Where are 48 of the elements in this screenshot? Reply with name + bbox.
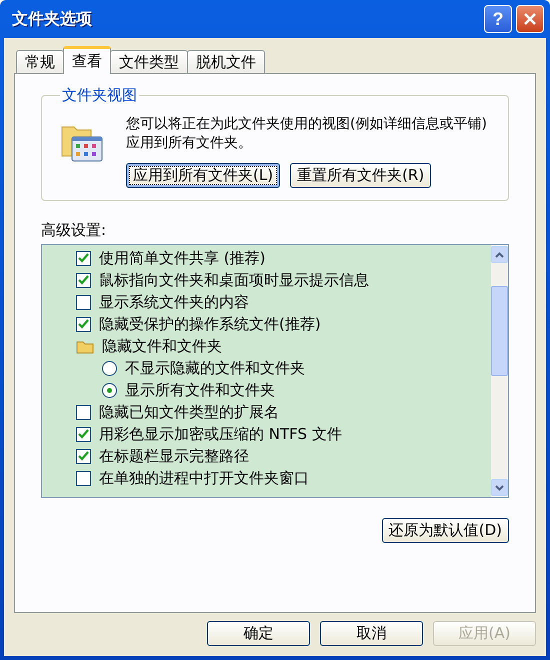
scroll-down-button[interactable] (491, 479, 508, 496)
checkbox[interactable] (76, 448, 91, 464)
option-label: 使用简单文件共享 (推荐) (99, 248, 266, 268)
close-button[interactable] (516, 5, 544, 33)
folder-view-button[interactable]: 应用到所有文件夹(L) (126, 163, 280, 188)
checkbox[interactable] (76, 250, 91, 266)
checkmark-icon (78, 275, 89, 285)
option-label: 隐藏受保护的操作系统文件(推荐) (99, 314, 321, 334)
radio-button[interactable] (102, 360, 117, 376)
checkbox[interactable] (76, 426, 91, 442)
dialog-button[interactable]: 取消 (320, 621, 423, 646)
restore-defaults-button[interactable]: 还原为默认值(D) (382, 518, 509, 543)
checkmark-icon (78, 253, 89, 263)
help-button[interactable]: ? (484, 5, 512, 33)
option-label: 显示所有文件和文件夹 (125, 380, 275, 400)
checkmark-icon (78, 319, 89, 329)
option-label: 用彩色显示加密或压缩的 NTFS 文件 (99, 424, 342, 444)
chevron-up-icon (495, 252, 504, 258)
checkmark-icon (78, 451, 89, 461)
group-title: 文件夹视图 (61, 86, 138, 105)
option-label: 在标题栏显示完整路径 (99, 446, 249, 466)
checkbox[interactable] (76, 404, 91, 420)
tab[interactable]: 查看 (63, 46, 111, 74)
scroll-up-button[interactable] (491, 246, 508, 263)
dialog-button[interactable]: 确定 (207, 621, 310, 646)
checkbox[interactable] (76, 294, 91, 310)
close-icon (523, 12, 537, 26)
option-label: 在单独的进程中打开文件夹窗口 (99, 468, 309, 488)
checkbox[interactable] (76, 316, 91, 332)
folder-view-button[interactable]: 重置所有文件夹(R) (290, 163, 432, 188)
section-label: 高级设置: (41, 221, 108, 240)
option-label: 显示系统文件夹的内容 (99, 292, 249, 312)
option-label: 不显示隐藏的文件和文件夹 (125, 358, 305, 378)
checkbox[interactable] (76, 272, 91, 288)
checkmark-icon (78, 429, 89, 439)
option-label: 鼠标指向文件夹和桌面项时显示提示信息 (99, 270, 369, 290)
folder-icon (76, 338, 94, 354)
description-text: 您可以将正在为此文件夹使用的视图(例如详细信息或平铺)应用到所有文件夹。 (126, 115, 488, 153)
scroll-thumb[interactable] (491, 286, 508, 376)
chevron-down-icon (495, 484, 504, 490)
checkbox[interactable] (76, 470, 91, 486)
tab[interactable]: 脱机文件 (187, 50, 265, 74)
tab[interactable]: 常规 (16, 50, 64, 74)
window-title: 文件夹选项 (12, 8, 92, 30)
tab[interactable]: 文件类型 (110, 50, 188, 74)
radio-button[interactable] (102, 382, 117, 398)
option-label: 隐藏已知文件类型的扩展名 (99, 402, 279, 422)
group-label: 隐藏文件和文件夹 (102, 336, 222, 356)
